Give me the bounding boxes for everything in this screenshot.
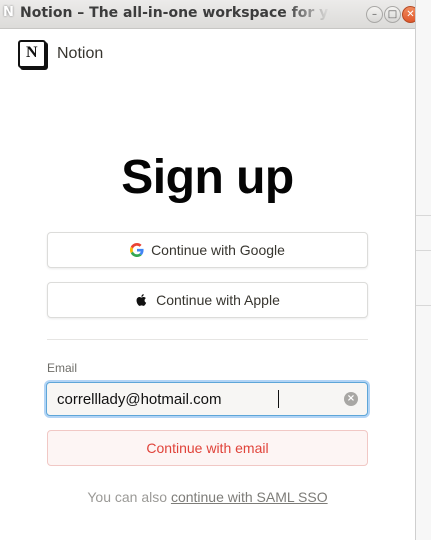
app-icon: N	[3, 5, 14, 20]
brand-name: Notion	[57, 45, 104, 62]
google-icon	[130, 243, 144, 257]
email-field-container[interactable]: ×	[46, 382, 368, 416]
minimize-button[interactable]: –	[366, 6, 383, 23]
continue-with-apple-button[interactable]: Continue with Apple	[47, 282, 368, 318]
background-divider	[416, 305, 431, 306]
continue-with-email-button[interactable]: Continue with email	[47, 430, 368, 466]
notion-logo-icon: N	[18, 40, 46, 68]
page-title: Sign up	[121, 151, 294, 204]
background-window	[416, 0, 431, 540]
background-divider	[416, 250, 431, 251]
apple-button-label: Continue with Apple	[156, 292, 280, 308]
close-button[interactable]: ✕	[402, 6, 415, 23]
saml-note: You can also continue with SAML SSO	[0, 489, 415, 505]
logo-letter: N	[26, 44, 38, 61]
clear-icon[interactable]: ×	[344, 392, 358, 406]
text-caret	[278, 390, 279, 408]
divider	[47, 339, 368, 340]
title-bar[interactable]: N Notion – The all-in-one workspace for …	[0, 0, 415, 29]
email-label: Email	[47, 361, 78, 375]
maximize-button[interactable]: □	[384, 6, 401, 23]
saml-prefix: You can also	[87, 489, 171, 505]
background-divider	[416, 215, 431, 216]
apple-icon	[136, 294, 147, 306]
email-input[interactable]	[57, 389, 327, 409]
google-button-label: Continue with Google	[151, 242, 285, 258]
window-title: Notion – The all-in-one workspace for yo	[20, 5, 330, 21]
notion-window: N Notion – The all-in-one workspace for …	[0, 0, 416, 540]
saml-sso-link[interactable]: continue with SAML SSO	[171, 489, 328, 505]
continue-with-google-button[interactable]: Continue with Google	[47, 232, 368, 268]
